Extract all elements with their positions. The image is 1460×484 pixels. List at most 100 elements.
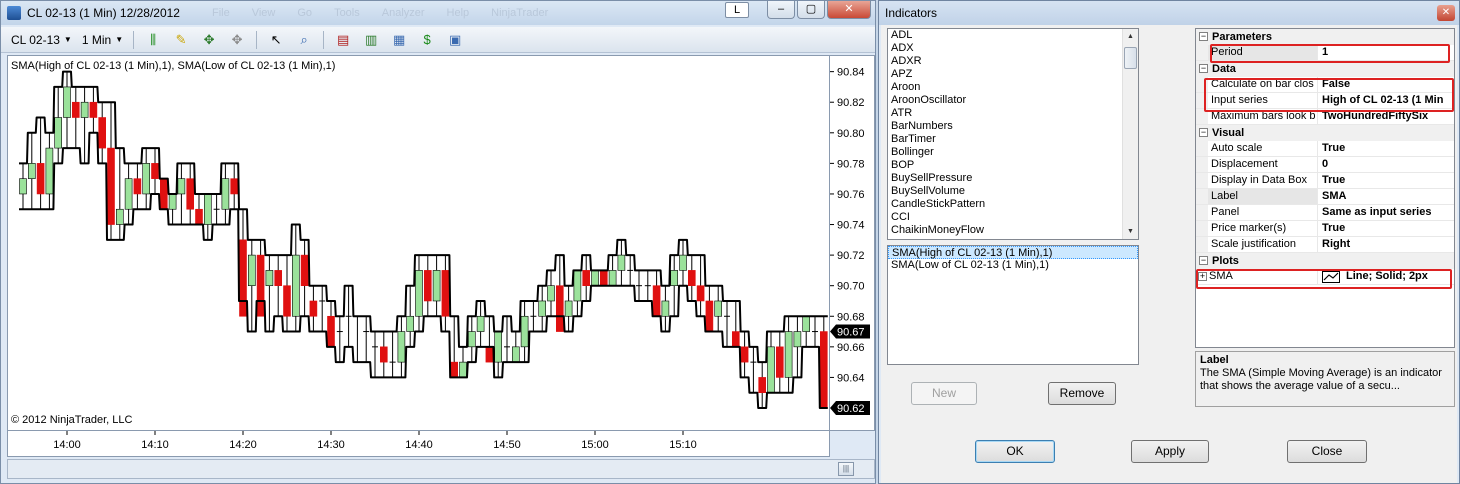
- category-data[interactable]: − Data: [1196, 61, 1454, 77]
- pointer-icon[interactable]: ↖: [267, 31, 285, 49]
- list-item[interactable]: ADXR: [888, 55, 1138, 68]
- list-item[interactable]: BuySellPressure: [888, 172, 1138, 185]
- prop-value[interactable]: High of CL 02-13 (1 Min: [1318, 93, 1454, 108]
- list-item[interactable]: ATR: [888, 107, 1138, 120]
- prop-plot-sma[interactable]: + SMA Line; Solid; 2px: [1196, 269, 1454, 285]
- prop-value[interactable]: Same as input series: [1318, 205, 1454, 220]
- collapse-icon[interactable]: −: [1199, 128, 1208, 137]
- toolbar-separator: [323, 30, 325, 49]
- scroll-thumb[interactable]: [1124, 47, 1137, 69]
- category-parameters[interactable]: − Parameters: [1196, 29, 1454, 45]
- chart-scrollbar[interactable]: |||: [7, 459, 875, 479]
- price-axis[interactable]: 90.84 90.82 90.80 90.78 90.76 90.74 90.72 90.70…: [830, 55, 875, 431]
- prop-value[interactable]: 1: [1318, 45, 1454, 60]
- remove-button[interactable]: Remove: [1048, 382, 1116, 405]
- minimize-button[interactable]: –: [767, 1, 795, 19]
- list-item[interactable]: BarTimer: [888, 133, 1138, 146]
- list-item[interactable]: CCI: [888, 211, 1138, 224]
- scroll-up-icon[interactable]: ▲: [1123, 29, 1138, 44]
- list-item[interactable]: CandleStickPattern: [888, 198, 1138, 211]
- candle-body: [36, 163, 45, 195]
- candle-body: [591, 270, 599, 286]
- prop-value[interactable]: True: [1318, 141, 1454, 156]
- list-item[interactable]: ADL: [888, 29, 1138, 42]
- dollar-icon[interactable]: $: [418, 31, 436, 49]
- prop-maximum-bars-look-back[interactable]: Maximum bars look b TwoHundredFiftySix: [1196, 109, 1454, 125]
- prop-value[interactable]: True: [1318, 221, 1454, 236]
- prop-value[interactable]: Line; Solid; 2px: [1318, 269, 1454, 284]
- prop-value[interactable]: True: [1318, 173, 1454, 188]
- apply-button[interactable]: Apply: [1131, 440, 1209, 463]
- list-item[interactable]: BarNumbers: [888, 120, 1138, 133]
- indicator-list-scrollbar[interactable]: ▲ ▼: [1122, 29, 1138, 239]
- list-item[interactable]: Aroon: [888, 81, 1138, 94]
- applied-item-sma-high[interactable]: SMA(High of CL 02-13 (1 Min),1): [888, 246, 1138, 259]
- candle-body: [547, 285, 555, 302]
- chart-plot-area[interactable]: SMA(High of CL 02-13 (1 Min),1), SMA(Low…: [7, 55, 830, 431]
- faded-menu-item: Analyzer: [381, 7, 425, 19]
- drawing-tool-icon[interactable]: ✎: [172, 31, 190, 49]
- price-tick-label: 90.78: [837, 158, 865, 170]
- list-item[interactable]: ChaikinMoneyFlow: [888, 224, 1138, 237]
- time-axis[interactable]: 14:00 14:10 14:20 14:30 14:40 14:50 15:00 15:10: [7, 431, 830, 457]
- prop-name: Panel: [1208, 205, 1318, 220]
- data-box-icon[interactable]: ▦: [390, 31, 408, 49]
- category-plots[interactable]: − Plots: [1196, 253, 1454, 269]
- candle-body: [740, 346, 749, 363]
- property-grid[interactable]: − Parameters Period 1 − Data Calculate on b…: [1195, 28, 1455, 348]
- scroll-down-icon[interactable]: ▼: [1123, 224, 1138, 239]
- list-item[interactable]: ADX: [888, 42, 1138, 55]
- restore-button[interactable]: ▢: [797, 1, 825, 19]
- prop-value[interactable]: SMA: [1318, 189, 1454, 204]
- chart-style-icon[interactable]: ⫼: [144, 31, 162, 49]
- applied-item-sma-low[interactable]: SMA(Low of CL 02-13 (1 Min),1): [888, 259, 1138, 272]
- list-item[interactable]: APZ: [888, 68, 1138, 81]
- link-button[interactable]: L: [725, 2, 749, 18]
- instrument-dropdown[interactable]: CL 02-13 ▼: [11, 33, 72, 47]
- list-item[interactable]: AroonOscillator: [888, 94, 1138, 107]
- prop-value[interactable]: TwoHundredFiftySix: [1318, 109, 1454, 124]
- prop-price-markers[interactable]: Price marker(s) True: [1196, 221, 1454, 237]
- list-item[interactable]: BuySellVolume: [888, 185, 1138, 198]
- list-item[interactable]: Bollinger: [888, 146, 1138, 159]
- interval-dropdown[interactable]: 1 Min ▼: [82, 33, 123, 47]
- prop-value[interactable]: Right: [1318, 237, 1454, 252]
- dialog-close-footer-button[interactable]: Close: [1287, 440, 1367, 463]
- new-button[interactable]: New: [911, 382, 977, 405]
- prop-value[interactable]: 0: [1318, 157, 1454, 172]
- collapse-icon[interactable]: −: [1199, 32, 1208, 41]
- dialog-titlebar[interactable]: Indicators ✕: [879, 1, 1459, 25]
- candle-body: [696, 285, 705, 302]
- prop-input-series[interactable]: Input series High of CL 02-13 (1 Min: [1196, 93, 1454, 109]
- dialog-close-button[interactable]: ✕: [1437, 5, 1455, 21]
- properties-icon[interactable]: ▣: [446, 31, 464, 49]
- prop-panel[interactable]: Panel Same as input series: [1196, 205, 1454, 221]
- crosshair-icon[interactable]: ✥: [200, 31, 218, 49]
- prop-displacement[interactable]: Displacement 0: [1196, 157, 1454, 173]
- close-button[interactable]: ✕: [827, 1, 871, 19]
- prop-auto-scale[interactable]: Auto scale True: [1196, 141, 1454, 157]
- indicator-list[interactable]: ADL ADX ADXR APZ Aroon AroonOscillator A…: [887, 28, 1139, 240]
- prop-scale-justification[interactable]: Scale justification Right: [1196, 237, 1454, 253]
- bars-icon[interactable]: ▥: [362, 31, 380, 49]
- price-tick-label: 90.72: [837, 250, 865, 262]
- chart-trader-icon[interactable]: ▤: [334, 31, 352, 49]
- snap-icon[interactable]: ✥: [228, 31, 246, 49]
- collapse-icon[interactable]: −: [1199, 64, 1208, 73]
- applied-indicators-list[interactable]: SMA(High of CL 02-13 (1 Min),1) SMA(Low …: [887, 245, 1139, 365]
- chart-titlebar[interactable]: CL 02-13 (1 Min) 12/28/2012 File View Go…: [1, 1, 875, 25]
- prop-value[interactable]: False: [1318, 77, 1454, 92]
- list-item[interactable]: BOP: [888, 159, 1138, 172]
- scroll-grip-icon[interactable]: |||: [838, 462, 854, 476]
- prop-display-in-data-box[interactable]: Display in Data Box True: [1196, 173, 1454, 189]
- collapse-icon[interactable]: −: [1199, 256, 1208, 265]
- candle-body: [142, 163, 150, 195]
- prop-label[interactable]: Label SMA: [1196, 189, 1454, 205]
- prop-calculate-on-bar-close[interactable]: Calculate on bar clos False: [1196, 77, 1454, 93]
- ok-button[interactable]: OK: [975, 440, 1055, 463]
- expand-icon[interactable]: +: [1198, 272, 1207, 281]
- zoom-icon[interactable]: ⌕: [295, 31, 313, 49]
- prop-period[interactable]: Period 1: [1196, 45, 1454, 61]
- candle-body: [599, 270, 608, 286]
- category-visual[interactable]: − Visual: [1196, 125, 1454, 141]
